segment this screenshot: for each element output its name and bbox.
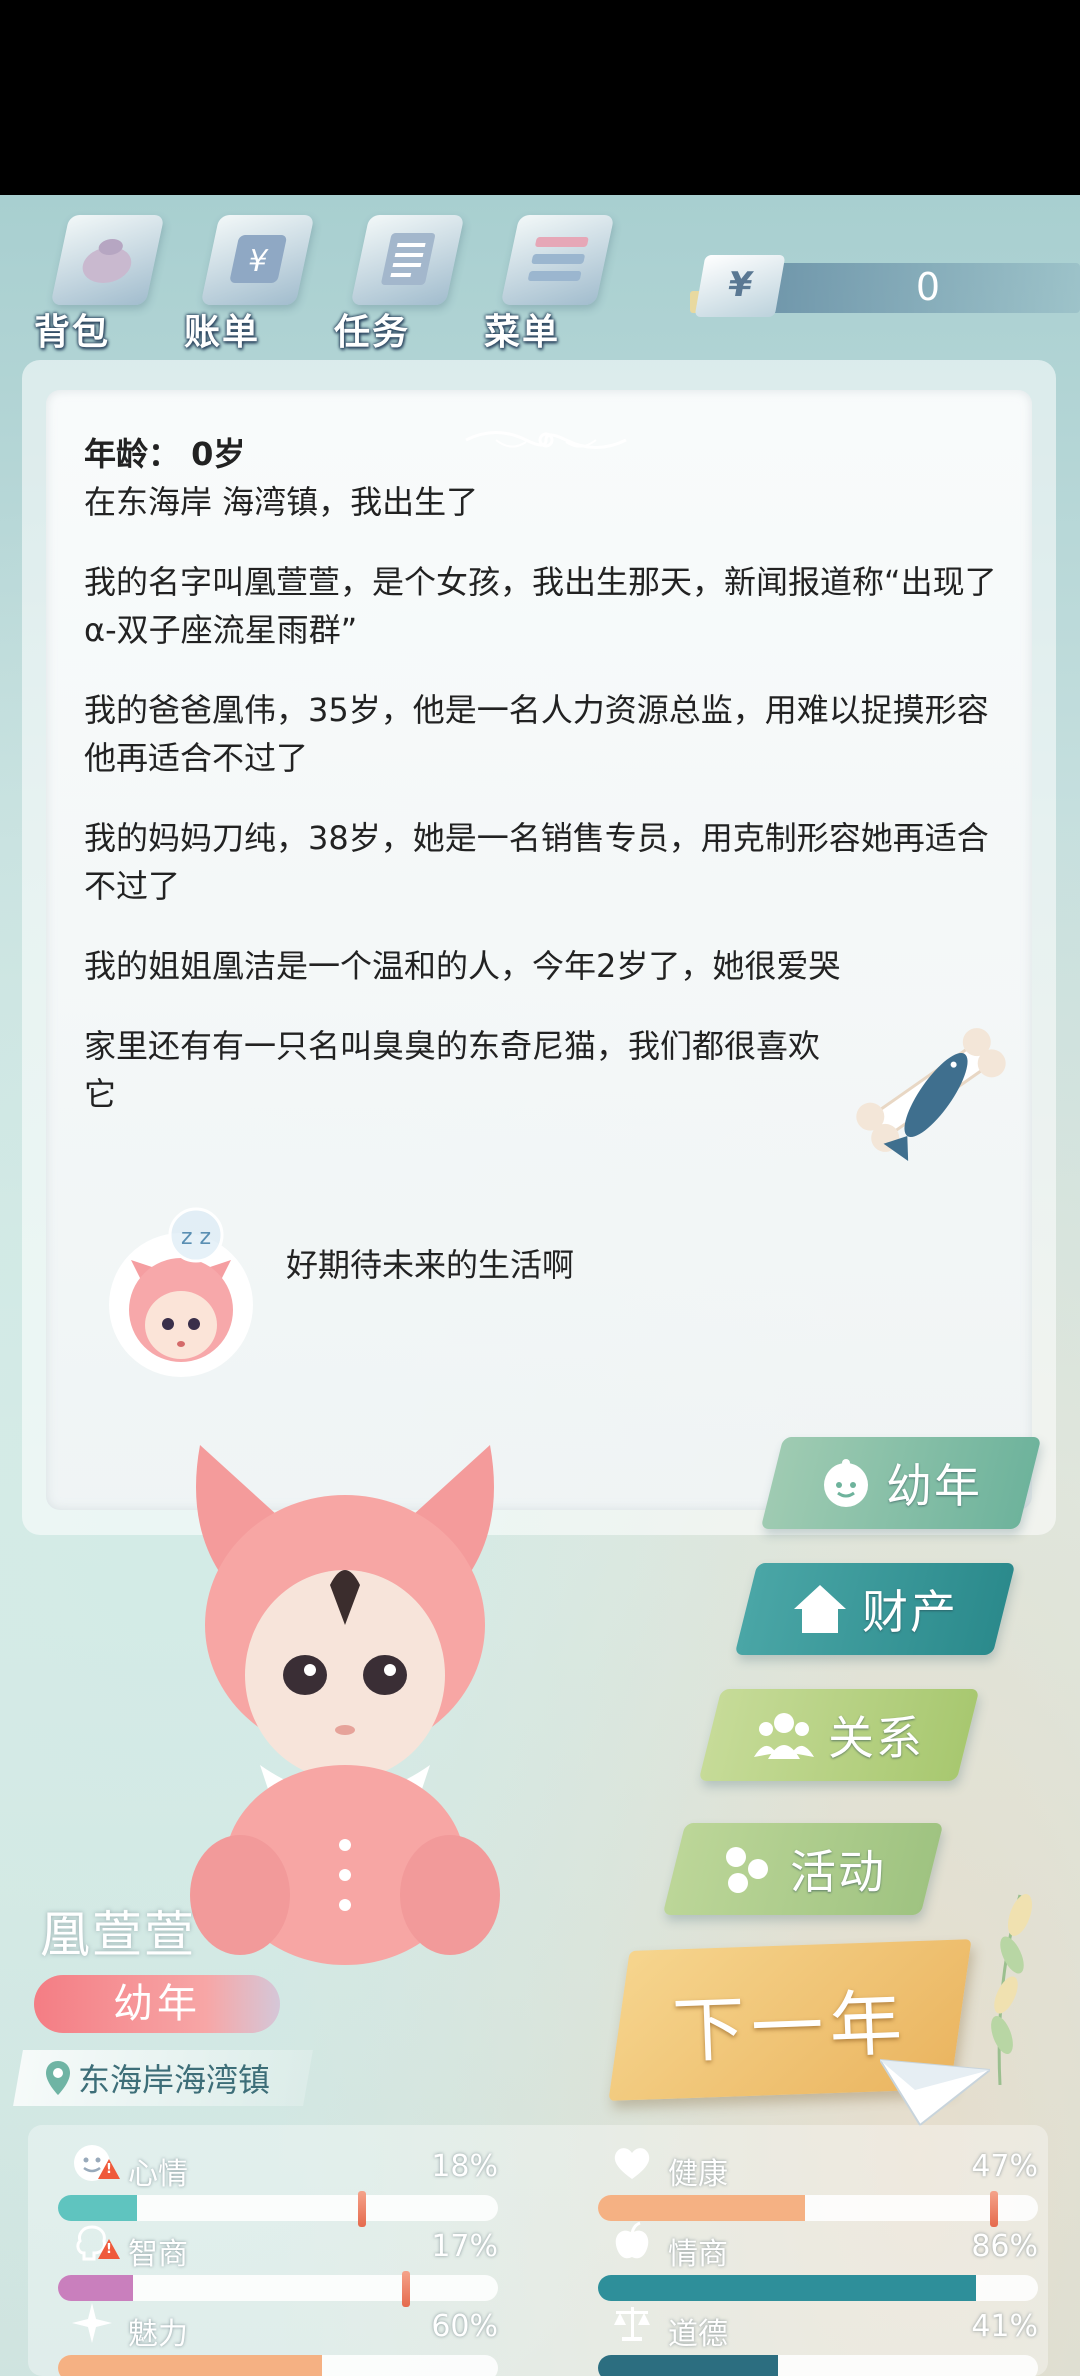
story-paragraph: 我的爸爸凰伟，35岁，他是一名人力资源总监，用难以捉摸形容他再适合不过了 xyxy=(84,691,989,777)
story-paragraph: 家里还有有一只名叫臭臭的东奇尼猫，我们都很喜欢它 xyxy=(84,1027,821,1113)
stat-name: 智商 xyxy=(128,2237,188,2272)
stat-percent: 18% xyxy=(431,2149,498,2184)
story-paragraph: 我的姐姐凰洁是一个温和的人，今年2岁了，她很爱哭 xyxy=(84,947,841,985)
stat-charm: 魅力 60% xyxy=(58,2303,498,2376)
stat-iq: 智商 17% xyxy=(58,2225,498,2307)
story-card-inner[interactable]: 年龄： 0岁 在东海岸 海湾镇，我出生了 我的名字叫凰萱萱，是个女孩，我出生那天… xyxy=(46,390,1032,1510)
stat-percent: 17% xyxy=(431,2229,498,2264)
apple-icon xyxy=(615,2221,649,2259)
stat-fill xyxy=(598,2355,779,2376)
top-toolbar: 背包 ¥ 账单 任务 菜单 ¥ 0 xyxy=(0,195,1080,360)
assets-label: 财产 xyxy=(862,1585,958,1639)
location-pin-icon xyxy=(46,2061,70,2095)
stat-eq: 情商 86% xyxy=(598,2221,1038,2301)
stat-fill xyxy=(598,2195,805,2221)
location-label: 东海岸海湾镇 xyxy=(78,2061,271,2099)
menu-button[interactable]: 菜单 xyxy=(480,205,615,355)
stat-name: 道德 xyxy=(668,2317,728,2352)
task-label: 任务 xyxy=(334,312,411,353)
sparkle-icon xyxy=(72,2303,112,2343)
stat-morality: 道德 41% xyxy=(598,2307,1038,2376)
story-paragraph: 在东海岸 海湾镇，我出生了 xyxy=(84,483,479,521)
bag-icon xyxy=(50,215,165,305)
warning-icon xyxy=(98,2239,120,2259)
stat-name: 心情 xyxy=(128,2157,188,2192)
task-button[interactable]: 任务 xyxy=(330,205,465,355)
stat-track xyxy=(58,2355,498,2376)
money-bar xyxy=(740,263,1080,313)
bill-label: 账单 xyxy=(184,312,261,353)
stat-health: 健康 47% xyxy=(598,2148,1038,2227)
stat-track xyxy=(598,2355,1038,2376)
bill-button[interactable]: ¥ 账单 xyxy=(180,205,315,355)
menu-icon xyxy=(500,215,615,305)
stat-percent: 60% xyxy=(431,2309,498,2344)
menu-label: 菜单 xyxy=(484,312,561,353)
bill-icon: ¥ xyxy=(200,215,315,305)
story-paragraph: 我的名字叫凰萱萱，是个女孩，我出生那天，新闻报道称“出现了α-双子座流星雨群” xyxy=(84,563,997,649)
heart-icon xyxy=(614,2148,650,2179)
yen-icon: ¥ xyxy=(694,255,786,317)
stat-fill xyxy=(58,2275,133,2301)
stat-name: 健康 xyxy=(668,2157,728,2192)
character-name: 凰萱萱 xyxy=(40,1906,196,1964)
fish-bone-icon xyxy=(856,1028,1006,1161)
story-card: 年龄： 0岁 在东海岸 海湾镇，我出生了 我的名字叫凰萱萱，是个女孩，我出生那天… xyxy=(22,360,1056,1535)
stat-marker xyxy=(990,2191,998,2227)
stat-marker xyxy=(357,2191,366,2227)
activities-button[interactable]: 活动 xyxy=(662,1823,944,1915)
stat-name: 情商 xyxy=(668,2237,728,2272)
stat-track xyxy=(598,2275,1038,2301)
youth-button[interactable]: 幼年 xyxy=(760,1437,1042,1529)
relations-button[interactable]: 关系 xyxy=(698,1689,980,1781)
location-tag: 东海岸海湾镇 xyxy=(13,2050,313,2106)
paper-plane-icon xyxy=(880,2058,990,2127)
warning-icon xyxy=(98,2159,120,2179)
stat-fill xyxy=(598,2275,977,2301)
age-line: 年龄： 0岁 xyxy=(84,435,246,473)
speech-text: 好期待未来的生活啊 xyxy=(286,1246,575,1284)
stat-mood: 心情 18% xyxy=(58,2145,498,2227)
stat-name: 魅力 xyxy=(128,2317,188,2352)
stat-fill xyxy=(58,2195,138,2221)
money-amount: 0 xyxy=(915,265,940,309)
assets-button[interactable]: 财产 xyxy=(734,1563,1016,1655)
stat-percent: 86% xyxy=(971,2229,1038,2264)
stat-track xyxy=(598,2195,1038,2221)
baby-face-icon xyxy=(824,1459,868,1507)
youth-label: 幼年 xyxy=(886,1459,982,1513)
task-icon xyxy=(350,215,465,305)
character-portrait[interactable] xyxy=(160,1425,540,1985)
stage-badge: 幼年 xyxy=(34,1975,280,2033)
baby-avatar-icon: z z xyxy=(109,1207,253,1377)
stat-marker xyxy=(401,2271,410,2307)
svg-text:z z: z z xyxy=(181,1225,211,1250)
stat-track xyxy=(58,2195,498,2221)
story-paragraph: 我的妈妈刀纯，38岁，她是一名销售专员，用克制形容她再适合不过了 xyxy=(84,819,989,905)
stat-track xyxy=(58,2275,498,2301)
stat-percent: 47% xyxy=(971,2149,1038,2184)
stat-fill xyxy=(58,2355,322,2376)
game-screen: 背包 ¥ 账单 任务 菜单 ¥ 0 年龄： 0岁 在东海岸 海湾镇，我出生了 我… xyxy=(0,195,1080,2376)
bag-button[interactable]: 背包 xyxy=(30,205,165,355)
relations-label: 关系 xyxy=(828,1711,924,1765)
money-display: ¥ 0 xyxy=(690,255,1080,317)
stat-percent: 41% xyxy=(971,2309,1038,2344)
bag-label: 背包 xyxy=(34,312,111,353)
scale-icon xyxy=(614,2307,650,2341)
activity-icon xyxy=(726,1847,768,1893)
house-icon xyxy=(794,1585,846,1633)
stats-panel: 心情 18% 健康 47% 智商 17% xyxy=(28,2125,1048,2376)
activities-label: 活动 xyxy=(790,1845,886,1899)
people-icon xyxy=(754,1713,814,1759)
